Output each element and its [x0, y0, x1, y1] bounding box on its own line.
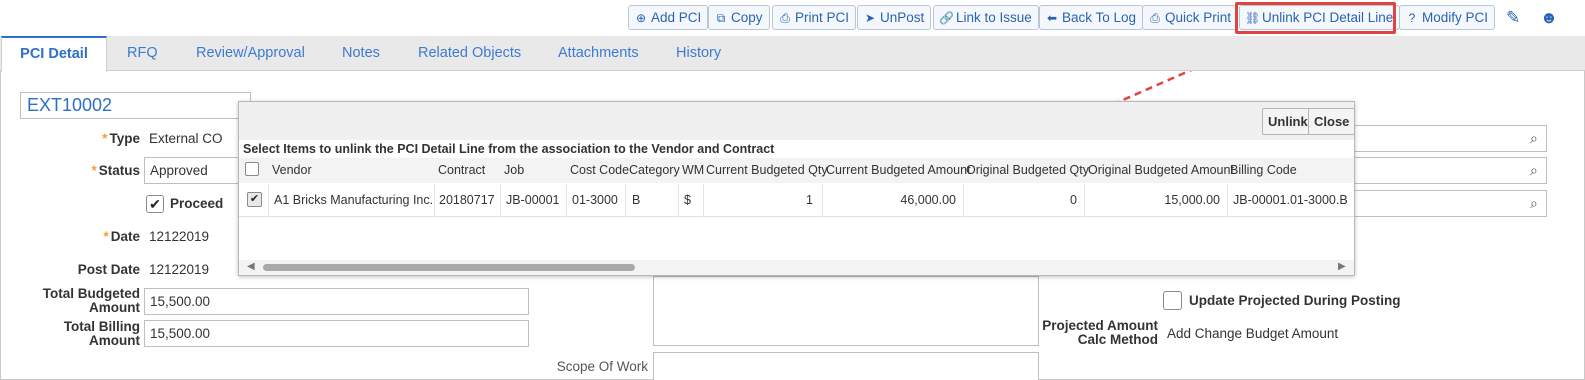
- column-header-original-budgeted-qty[interactable]: Original Budgeted Qty: [966, 163, 1089, 177]
- tab-review-approval[interactable]: Review/Approval: [186, 36, 315, 71]
- tab-related-objects[interactable]: Related Objects: [408, 36, 531, 71]
- update-projected-checkbox[interactable]: [1163, 291, 1182, 310]
- scroll-left-icon[interactable]: ◀: [247, 261, 255, 272]
- column-header-category[interactable]: Category: [629, 163, 680, 177]
- type-label: * Type: [102, 131, 140, 146]
- cell-cost-code: 01-3000: [572, 193, 618, 207]
- tab-rfq[interactable]: RFQ: [117, 36, 168, 71]
- description-textarea[interactable]: [653, 276, 1039, 346]
- search-icon[interactable]: ⌕: [1530, 195, 1538, 212]
- cell-current-budgeted-qty: 1: [806, 193, 813, 207]
- projected-amount-calc-method-label: Projected Amount Calc Method: [1042, 318, 1158, 347]
- total-billing-amount-label: Total Billing Amount: [63, 319, 140, 348]
- column-header-wm[interactable]: WM: [682, 163, 704, 177]
- column-header-current-budgeted-amount[interactable]: Current Budgeted Amount: [826, 163, 971, 177]
- column-header-vendor[interactable]: Vendor: [272, 163, 312, 177]
- unlink-button[interactable]: Unlink: [1262, 108, 1314, 135]
- column-header-job[interactable]: Job: [504, 163, 524, 177]
- cell-original-budgeted-qty: 0: [1070, 193, 1077, 207]
- total-budgeted-amount-label: Total Budgeted Amount: [42, 286, 140, 315]
- tab-bar: PCI Detail RFQ Review/Approval Notes Rel…: [0, 36, 1585, 72]
- dialog-message: Select Items to unlink the PCI Detail Li…: [243, 142, 775, 156]
- proceed-label: Proceed: [170, 196, 224, 211]
- tab-history[interactable]: History: [666, 36, 731, 71]
- post-date-value: 12122019: [149, 262, 210, 277]
- column-header-billing-code[interactable]: Billing Code: [1230, 163, 1297, 177]
- row-checkbox[interactable]: ✔: [247, 192, 262, 207]
- tab-pci-detail[interactable]: PCI Detail: [1, 36, 107, 72]
- tab-attachments[interactable]: Attachments: [548, 36, 649, 71]
- scroll-right-icon[interactable]: ▶: [1338, 261, 1346, 272]
- close-button[interactable]: Close: [1308, 108, 1356, 135]
- projected-amount-calc-method-value: Add Change Budget Amount: [1167, 326, 1339, 341]
- pci-id-field[interactable]: EXT10002: [20, 92, 251, 119]
- column-header-contract[interactable]: Contract: [438, 163, 485, 177]
- cell-billing-code: JB-00001.01-3000.B: [1233, 193, 1348, 207]
- scope-of-work-label: Scope Of Work: [556, 359, 648, 374]
- post-date-label: Post Date: [77, 262, 140, 277]
- cell-category: B: [632, 193, 641, 207]
- update-projected-label: Update Projected During Posting: [1189, 293, 1401, 308]
- scrollbar-thumb[interactable]: [263, 264, 635, 271]
- cell-wm: $: [684, 193, 691, 207]
- grid-header: Vendor Contract Job Cost Code Category W…: [239, 158, 1354, 183]
- column-header-cost-code[interactable]: Cost Code: [570, 163, 629, 177]
- search-icon[interactable]: ⌕: [1530, 130, 1538, 147]
- proceed-checkbox[interactable]: ✔: [146, 195, 164, 213]
- select-all-checkbox[interactable]: [245, 162, 259, 176]
- search-icon[interactable]: ⌕: [1530, 162, 1538, 179]
- table-row[interactable]: ✔ A1 Bricks Manufacturing Inc. 20180717 …: [239, 184, 1354, 217]
- status-field[interactable]: Approved: [144, 157, 244, 184]
- dialog-header: Unlink Close: [239, 102, 1356, 140]
- date-label: * Date: [103, 229, 140, 244]
- tab-notes[interactable]: Notes: [332, 36, 390, 71]
- column-header-original-budgeted-amount[interactable]: Original Budgeted Amount: [1088, 163, 1234, 177]
- scope-of-work-textarea[interactable]: [653, 352, 1039, 380]
- cell-vendor: A1 Bricks Manufacturing Inc.: [274, 193, 434, 207]
- status-label: * Status: [91, 163, 140, 178]
- cell-current-budgeted-amount: 46,000.00: [900, 193, 956, 207]
- cell-contract: 20180717: [439, 193, 495, 207]
- date-value: 12122019: [149, 229, 210, 244]
- horizontal-scrollbar[interactable]: ◀ ▶: [239, 260, 1354, 275]
- total-budgeted-amount-field[interactable]: 15,500.00: [144, 288, 529, 315]
- cell-original-budgeted-amount: 15,000.00: [1164, 193, 1220, 207]
- unlink-dialog: Unlink Close Select Items to unlink the …: [238, 101, 1356, 276]
- total-billing-amount-field[interactable]: 15,500.00: [144, 320, 529, 347]
- cell-job: JB-00001: [506, 193, 560, 207]
- column-header-current-budgeted-qty[interactable]: Current Budgeted Qty: [706, 163, 828, 177]
- type-value: External CO: [149, 131, 223, 146]
